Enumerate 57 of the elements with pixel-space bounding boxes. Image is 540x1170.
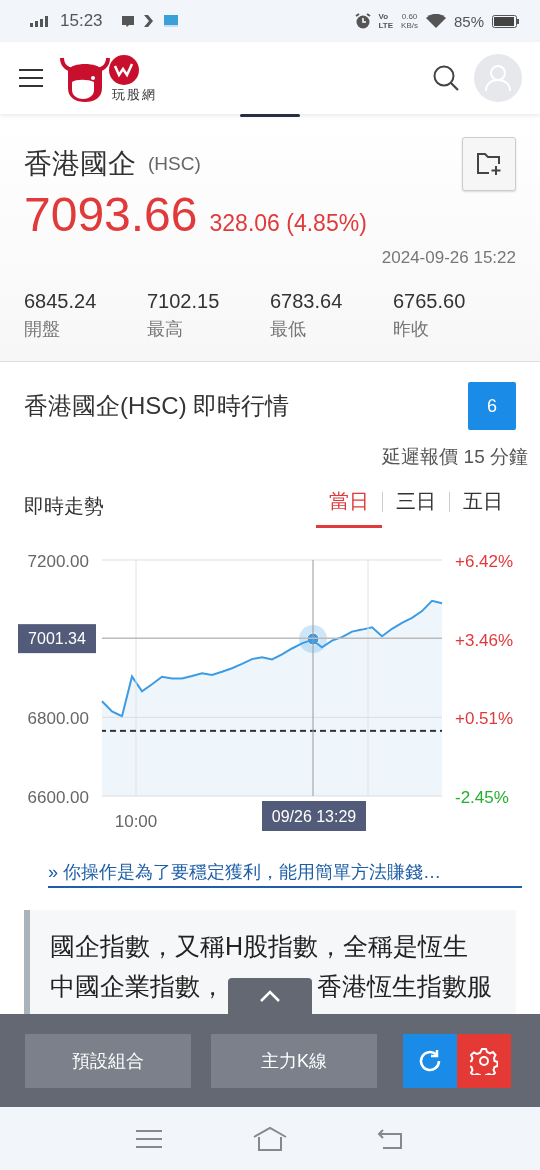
app-notification-icon bbox=[142, 14, 155, 28]
add-to-folder-button[interactable] bbox=[462, 137, 516, 191]
settings-icon bbox=[470, 1046, 498, 1075]
folder-add-icon bbox=[476, 152, 502, 176]
crosshair-time-label: 09/26 13:29 bbox=[271, 808, 357, 825]
percent-axis-label: -2.45% bbox=[455, 788, 509, 807]
battery-percent: 85% bbox=[453, 12, 484, 30]
update-time: 2024-09-26 15:22 bbox=[380, 248, 516, 268]
stat-label: 開盤 bbox=[24, 318, 61, 341]
status-time: 15:23 bbox=[60, 11, 103, 31]
battery-icon bbox=[492, 14, 520, 28]
count-badge: 6 bbox=[468, 382, 516, 430]
volte-indicator: Vo LTE bbox=[378, 12, 394, 30]
percent-axis-label: +6.42% bbox=[455, 552, 514, 571]
chevron-up-icon bbox=[259, 990, 281, 1002]
stat-value: 7102.15 bbox=[147, 290, 221, 313]
description-text: 國企指數，又稱H股指數，全稱是恆生 中國企業指數， 香港恆生指數服 bbox=[24, 910, 516, 1014]
percent-axis-label: +0.51% bbox=[455, 709, 514, 728]
y-axis-label: 6600.00 bbox=[27, 788, 89, 807]
stat-value: 6783.64 bbox=[270, 290, 344, 313]
chart-title: 即時走勢 bbox=[24, 493, 105, 519]
app-notification-icon bbox=[162, 14, 179, 28]
alarm-icon bbox=[354, 13, 371, 29]
x-axis-label: 10:00 bbox=[114, 812, 158, 831]
home-icon[interactable] bbox=[252, 1125, 288, 1152]
stat-label: 最低 bbox=[270, 318, 307, 341]
period-tab[interactable]: 當日 bbox=[316, 484, 382, 528]
stat-value: 6845.24 bbox=[24, 290, 98, 313]
index-code: (HSC) bbox=[148, 153, 201, 175]
period-tab[interactable]: 三日 bbox=[383, 484, 449, 528]
toolbar-button[interactable]: 預設組合 bbox=[25, 1033, 191, 1088]
message-icon bbox=[120, 14, 135, 28]
article-link[interactable]: » 你操作是為了要穩定獲利，能用簡單方法賺錢… bbox=[48, 860, 522, 888]
stat-value: 6765.60 bbox=[393, 290, 467, 313]
menu-icon[interactable] bbox=[18, 68, 44, 88]
y-axis-label: 7200.00 bbox=[27, 552, 89, 571]
section-title: 香港國企(HSC) 即時行情 bbox=[24, 391, 290, 421]
refresh-button[interactable] bbox=[403, 1033, 457, 1088]
price-change: 328.06 (4.85%) bbox=[209, 210, 367, 237]
index-price: 7093.66 bbox=[24, 187, 198, 242]
stat-label: 最高 bbox=[147, 318, 184, 341]
person-icon bbox=[485, 64, 511, 92]
crosshair-value-label: 7001.34 bbox=[28, 630, 86, 648]
search-icon[interactable] bbox=[432, 64, 460, 92]
index-name: 香港國企 bbox=[24, 147, 136, 181]
y-axis-label: 6800.00 bbox=[27, 709, 89, 729]
period-tab[interactable]: 五日 bbox=[450, 484, 516, 528]
scroll-indicator bbox=[240, 114, 300, 117]
expand-button[interactable] bbox=[228, 978, 312, 1014]
delay-note: 延遲報價 15 分鐘 bbox=[381, 445, 528, 469]
percent-axis-label: +3.46% bbox=[455, 631, 514, 650]
network-speed: 0.60 KB/s bbox=[401, 12, 418, 30]
wifi-icon bbox=[425, 14, 446, 28]
toolbar-button[interactable]: 主力K線 bbox=[211, 1033, 377, 1088]
logo-text: 玩股網 bbox=[112, 86, 157, 104]
settings-button[interactable] bbox=[457, 1033, 511, 1088]
stat-label: 昨收 bbox=[393, 318, 430, 341]
